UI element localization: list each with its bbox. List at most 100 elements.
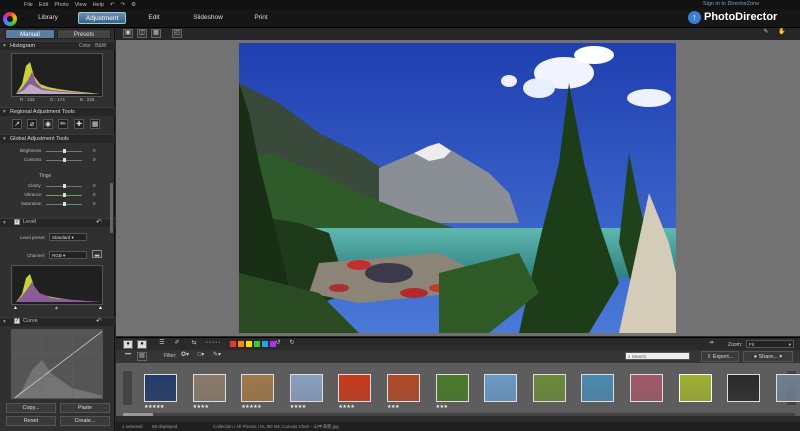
contrast-value[interactable]: 0: [93, 157, 96, 162]
color-flag-blue[interactable]: [262, 341, 268, 347]
settings-icon[interactable]: ⚙: [131, 2, 136, 8]
filmstrip-thumbnail[interactable]: [144, 374, 177, 402]
panel-scrollbar[interactable]: [110, 183, 113, 233]
filmstrip-thumbnail[interactable]: [241, 374, 275, 402]
before-after-icon[interactable]: ◰: [172, 29, 182, 38]
zoom-dropdown[interactable]: Fit ▾: [746, 340, 794, 348]
grid-view-icon[interactable]: ▦: [151, 29, 161, 38]
list-view-icon[interactable]: ▤: [137, 352, 147, 361]
signin-link[interactable]: Sign in to DirectorZone: [703, 1, 759, 7]
tab-presets[interactable]: Presets: [57, 29, 111, 39]
filmstrip-thumbnail[interactable]: [727, 374, 761, 402]
curve-checkbox[interactable]: ✓: [14, 318, 20, 324]
share-button[interactable]: ● Share... ▾: [743, 351, 793, 362]
person-icon[interactable]: ●: [123, 340, 133, 349]
thumbnail-rating[interactable]: ★★★★★: [241, 404, 261, 410]
filmstrip-scrollbar[interactable]: [123, 413, 795, 416]
tab-manual[interactable]: Manual: [5, 29, 55, 39]
filmstrip-thumbnail[interactable]: [484, 374, 518, 402]
redo-icon[interactable]: ↷: [120, 2, 125, 8]
filter-flag-icon[interactable]: □▾: [196, 352, 206, 361]
export-button[interactable]: ⇪ Export...: [701, 351, 739, 362]
thumbnail-rating[interactable]: ★★★: [436, 404, 448, 410]
menu-photo[interactable]: Photo: [54, 2, 68, 8]
spot-removal-icon[interactable]: ✚: [74, 119, 84, 129]
reset-button[interactable]: Reset: [6, 416, 56, 426]
thumbnail-rating[interactable]: ★★★★: [193, 404, 209, 410]
filmstrip-thumbnail[interactable]: [338, 374, 372, 402]
search-input[interactable]: ⌕ Search: [625, 352, 690, 360]
filmstrip-thumbnail[interactable]: [678, 374, 712, 402]
level-checkbox[interactable]: ✓: [14, 219, 20, 225]
filmstrip-thumbnail[interactable]: [289, 374, 323, 402]
global-tools-header[interactable]: Global Adjustment Tools: [0, 134, 115, 144]
undo-icon[interactable]: ↶: [110, 2, 115, 8]
paste-button[interactable]: Paste: [60, 403, 110, 413]
fit-toggle-icon[interactable]: ⇥: [706, 340, 716, 349]
filmstrip-thumbnail[interactable]: [630, 374, 663, 402]
vibrance-slider[interactable]: [46, 193, 82, 197]
clarity-value[interactable]: 0: [93, 183, 96, 188]
hand-tool-icon[interactable]: ✋: [777, 29, 787, 38]
auto-level-icon[interactable]: ▂: [92, 250, 102, 258]
radial-filter-icon[interactable]: ⌀: [27, 119, 37, 129]
menu-edit[interactable]: Edit: [39, 2, 48, 8]
eyedropper-icon[interactable]: ✎: [761, 29, 771, 38]
thumbnail-rating[interactable]: ★★★★: [338, 404, 354, 410]
scroll-left-button[interactable]: [123, 371, 132, 405]
regional-tools-header[interactable]: Regional Adjustment Tools: [0, 107, 115, 117]
menu-help[interactable]: Help: [93, 2, 104, 8]
create-button[interactable]: Create...: [60, 416, 110, 426]
histogram-mode[interactable]: Color : B&W: [79, 42, 107, 51]
single-view-icon[interactable]: ▣: [123, 29, 133, 38]
histogram-header[interactable]: Histogram Color : B&W: [0, 41, 115, 51]
rotate-left-icon[interactable]: ⇆: [189, 340, 199, 349]
curve-graph[interactable]: [11, 329, 103, 399]
people-icon[interactable]: ●: [137, 340, 147, 349]
gradient-mask-icon[interactable]: ↗: [12, 119, 22, 129]
thumbnail-rating[interactable]: ★★★: [387, 404, 399, 410]
curve-reset-icon[interactable]: ↶: [96, 317, 102, 325]
filter-edited-icon[interactable]: ✎▾: [212, 352, 222, 361]
rating-stars-empty[interactable]: • • • • •: [206, 340, 220, 346]
copy-button[interactable]: Copy...: [6, 403, 56, 413]
compare-view-icon[interactable]: ◫: [137, 29, 147, 38]
color-flag-yellow[interactable]: [246, 341, 252, 347]
dots-view-icon[interactable]: •••: [123, 352, 133, 361]
clarity-slider[interactable]: [46, 184, 82, 188]
channel-dropdown[interactable]: RGB ▾: [49, 251, 87, 259]
level-reset-icon[interactable]: ↶: [96, 218, 102, 226]
sort-icon[interactable]: ☰: [157, 340, 167, 349]
menu-file[interactable]: File: [24, 2, 33, 8]
main-photo[interactable]: [239, 43, 676, 333]
tab-edit[interactable]: Edit: [143, 12, 165, 24]
filmstrip-thumbnail[interactable]: [435, 374, 469, 402]
rotate-cw-icon[interactable]: ↻: [287, 340, 297, 349]
thumbnail-rating[interactable]: ★★★★★: [144, 404, 164, 410]
color-flag-green[interactable]: [254, 341, 260, 347]
brightness-slider[interactable]: [46, 149, 82, 153]
thumbnail-rating[interactable]: ★★★★: [290, 404, 306, 410]
brush-icon[interactable]: ✏: [58, 119, 68, 129]
contrast-slider[interactable]: [46, 158, 82, 162]
tag-icon[interactable]: ✐: [172, 340, 182, 349]
menu-view[interactable]: View: [75, 2, 87, 8]
red-eye-icon[interactable]: ◉: [43, 119, 53, 129]
level-preset-dropdown[interactable]: Standard ▾: [49, 233, 87, 241]
saturation-value[interactable]: 0: [93, 201, 96, 206]
vibrance-value[interactable]: 0: [93, 192, 96, 197]
tab-adjustment[interactable]: Adjustment: [78, 12, 126, 24]
filmstrip-thumbnail[interactable]: [532, 374, 566, 402]
tab-slideshow[interactable]: Slideshow: [188, 12, 228, 24]
filmstrip-thumbnail[interactable]: [387, 374, 420, 402]
rotate-ccw-icon[interactable]: ↺: [273, 340, 283, 349]
crop-icon[interactable]: ▦: [90, 119, 100, 129]
filmstrip-thumbnail[interactable]: [581, 374, 615, 402]
level-black-point-handle[interactable]: ▲: [13, 305, 18, 311]
level-midpoint-handle[interactable]: ▲: [54, 305, 59, 311]
brightness-value[interactable]: 0: [93, 148, 96, 153]
filter-stars-icon[interactable]: ✪▾: [180, 352, 190, 361]
color-flag-orange[interactable]: [238, 341, 244, 347]
filmstrip-thumbnail[interactable]: [192, 374, 226, 402]
saturation-slider[interactable]: [46, 202, 82, 206]
